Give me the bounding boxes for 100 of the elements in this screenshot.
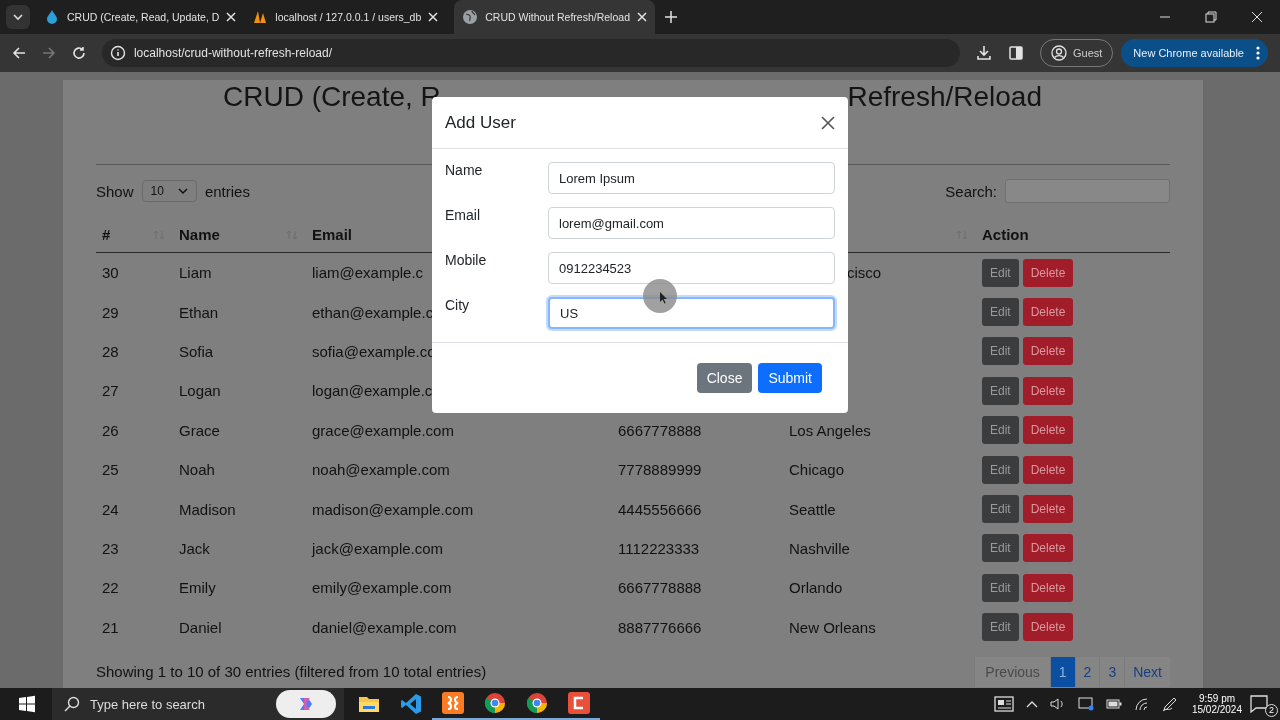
delete-button[interactable]: Delete: [1022, 573, 1074, 602]
table-cell: Chicago: [789, 461, 845, 479]
show-label: Show: [96, 182, 134, 200]
table-cell: ethan@example.c: [312, 303, 434, 321]
copilot-icon[interactable]: [276, 690, 336, 718]
search-icon: [64, 696, 80, 712]
side-panel-icon[interactable]: [1008, 45, 1024, 61]
table-cell: Ethan: [179, 303, 219, 321]
forward-icon[interactable]: [41, 46, 56, 60]
battery-icon[interactable]: [1105, 699, 1122, 709]
browser-tab[interactable]: localhost / 127.0.0.1 / users_db: [244, 0, 447, 34]
chrome-icon[interactable]: [526, 692, 548, 714]
table-cell: 26: [102, 421, 119, 439]
table-cell: 21: [102, 618, 119, 636]
dialog-title: Add User: [445, 112, 516, 133]
edit-button[interactable]: Edit: [982, 613, 1019, 642]
edit-button[interactable]: Edit: [982, 495, 1019, 524]
input-field[interactable]: Lorem Ipsum: [548, 162, 835, 194]
browser-tab[interactable]: CRUD Without Refresh/Reload: [454, 0, 655, 34]
back-icon[interactable]: [12, 46, 26, 60]
submit-button[interactable]: Submit: [758, 363, 822, 393]
delete-button[interactable]: Delete: [1022, 534, 1074, 563]
sail-icon: [252, 9, 269, 25]
table-cell: noah@example.com: [312, 461, 450, 479]
page-button[interactable]: 3: [1099, 656, 1125, 687]
table-cell: 30: [102, 264, 119, 282]
table-cell-text: cisco: [846, 264, 882, 282]
input-field[interactable]: US: [548, 297, 835, 329]
xampp-icon[interactable]: [442, 692, 464, 714]
table-cell: 7778889999: [618, 461, 702, 479]
chevron-down-icon: [177, 187, 188, 195]
page-length-select[interactable]: 10: [141, 180, 197, 202]
speaker-icon[interactable]: [1049, 697, 1066, 711]
edit-button[interactable]: Edit: [982, 455, 1019, 484]
notification-button[interactable]: 2: [1250, 688, 1280, 720]
browser-tab[interactable]: CRUD (Create, Read, Update, D: [36, 0, 245, 34]
column-header[interactable]: Name: [179, 226, 220, 243]
info-icon: [109, 45, 126, 61]
delete-button[interactable]: Delete: [1022, 376, 1074, 405]
input-field[interactable]: 0912234523: [548, 252, 835, 284]
news-icon[interactable]: [993, 696, 1014, 712]
edit-button[interactable]: Edit: [982, 337, 1019, 366]
table-cell: emily@example.com: [312, 579, 452, 597]
column-header[interactable]: Email: [312, 226, 353, 243]
edit-button[interactable]: Edit: [982, 258, 1019, 287]
meet-icon[interactable]: [1077, 697, 1094, 711]
edit-button[interactable]: Edit: [982, 573, 1019, 602]
new-tab-icon[interactable]: [664, 11, 677, 23]
close-button[interactable]: Close: [696, 363, 753, 393]
delete-button[interactable]: Delete: [1022, 455, 1074, 484]
taskbar-search-field[interactable]: Type here to search: [52, 688, 344, 720]
edit-button[interactable]: Edit: [982, 376, 1019, 405]
clock[interactable]: 9:59 pm 15/02/2024: [1191, 693, 1242, 715]
more-icon: [1256, 46, 1260, 60]
input-field[interactable]: lorem@gmail.com: [548, 207, 835, 239]
pen-icon[interactable]: [1161, 696, 1178, 712]
table-cell: Liam: [179, 264, 212, 282]
delete-button[interactable]: Delete: [1022, 495, 1074, 524]
field-label: City: [445, 297, 470, 315]
table-cell: New Orleans: [789, 618, 876, 636]
close-icon[interactable]: [821, 115, 835, 130]
column-header[interactable]: Action: [982, 226, 1029, 243]
table-cell: 22: [102, 579, 119, 597]
reload-icon[interactable]: [71, 46, 86, 60]
column-header[interactable]: #: [102, 226, 111, 243]
chevron-up-icon[interactable]: [1025, 699, 1038, 709]
pagination-link[interactable]: Previous: [974, 656, 1050, 687]
table-cell: 28: [102, 342, 119, 360]
recorder-icon[interactable]: [568, 692, 590, 714]
chrome-icon[interactable]: [484, 692, 506, 714]
table-cell: sofia@example.co: [312, 342, 436, 360]
restore-icon[interactable]: [1205, 11, 1217, 23]
tab-search-button[interactable]: [6, 5, 30, 29]
address-bar[interactable]: localhost/crud-without-refresh-reload/: [101, 39, 961, 67]
edit-button[interactable]: Edit: [982, 416, 1019, 445]
delete-button[interactable]: Delete: [1022, 298, 1074, 327]
table-cell: Grace: [179, 421, 220, 439]
field-label: Email: [445, 207, 480, 225]
pagination-link[interactable]: Next: [1124, 656, 1170, 687]
table-cell: Madison: [179, 500, 236, 518]
start-icon[interactable]: [18, 695, 36, 713]
search-field[interactable]: [1005, 179, 1170, 203]
page-button[interactable]: 2: [1074, 656, 1100, 687]
wifi-icon[interactable]: [1133, 697, 1150, 711]
table-cell: 25: [102, 461, 119, 479]
edit-button[interactable]: Edit: [982, 534, 1019, 563]
code-editor-icon[interactable]: [400, 693, 422, 715]
edit-button[interactable]: Edit: [982, 298, 1019, 327]
delete-button[interactable]: Delete: [1022, 258, 1074, 287]
delete-button[interactable]: Delete: [1022, 337, 1074, 366]
tab-title: CRUD (Create, Read, Update, D: [67, 11, 220, 23]
table-cell: 23: [102, 539, 119, 557]
download-icon[interactable]: [976, 45, 992, 61]
table-cell: Nashville: [789, 539, 850, 557]
update-button[interactable]: New Chrome available: [1121, 39, 1268, 67]
table-info: Showing 1 to 10 of 30 entries (filtered from 10 total entries): [96, 663, 487, 681]
page-button[interactable]: 1: [1049, 656, 1075, 687]
delete-button[interactable]: Delete: [1022, 416, 1074, 445]
delete-button[interactable]: Delete: [1022, 613, 1074, 642]
table-cell: 4445556666: [618, 500, 702, 518]
